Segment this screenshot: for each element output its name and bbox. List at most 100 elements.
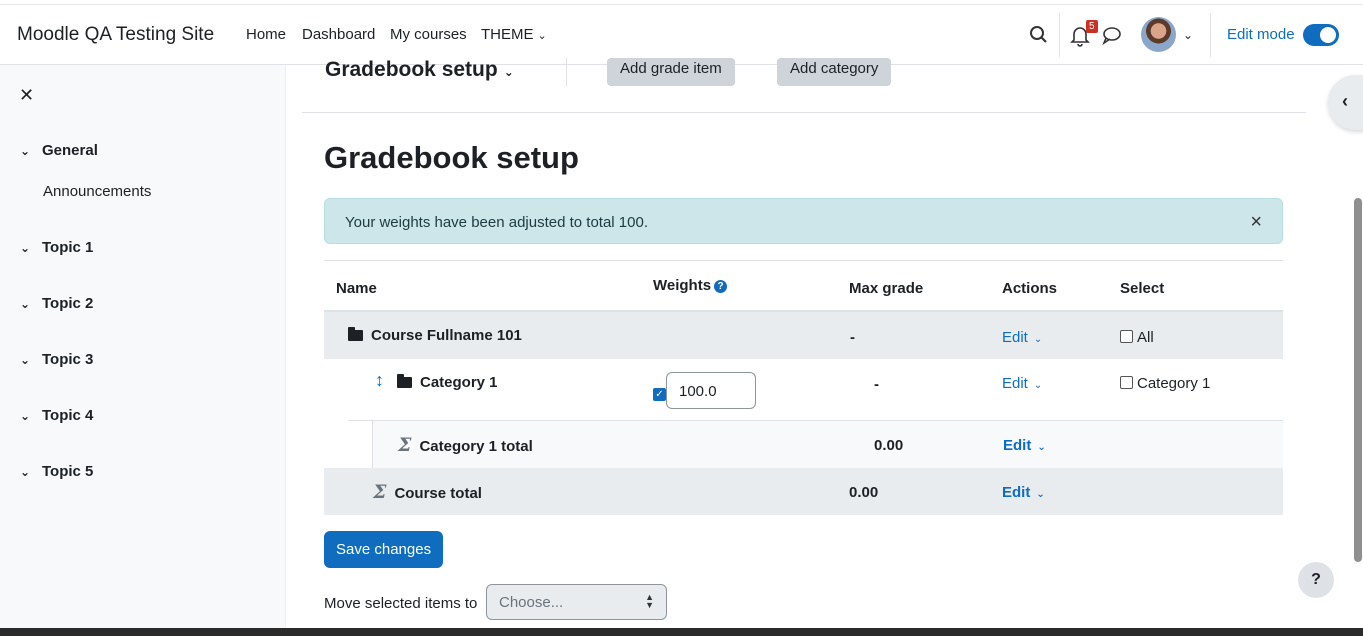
section-topic-2[interactable]: ⌄ Topic 2 — [20, 295, 93, 312]
open-block-drawer-button[interactable]: ‹ — [1328, 75, 1363, 130]
course-total-cell: Σ Course total — [373, 481, 482, 503]
alert-message: Your weights have been adjusted to total… — [345, 214, 649, 231]
weight-input[interactable]: 100.0 — [666, 372, 756, 409]
chevron-down-icon[interactable]: ⌄ — [1183, 28, 1193, 42]
section-general[interactable]: ⌄ General — [20, 142, 98, 159]
sticky-title-text: Gradebook setup — [325, 58, 498, 81]
close-icon[interactable]: ✕ — [19, 85, 34, 106]
section-label: Topic 4 — [42, 407, 94, 424]
table-row-category-total: Σ Category 1 total 0.00 Edit ⌄ — [372, 421, 1283, 468]
course-name-cell: Course Fullname 101 — [348, 327, 522, 344]
section-topic-4[interactable]: ⌄ Topic 4 — [20, 407, 93, 424]
chevron-down-icon: ⌄ — [503, 65, 514, 79]
checkbox[interactable] — [1120, 376, 1133, 389]
nav-my-courses-link[interactable]: My courses — [390, 26, 467, 43]
folder-icon — [348, 327, 363, 341]
section-label: Topic 3 — [42, 351, 94, 368]
select-arrows-icon: ▲ ▼ — [645, 592, 654, 610]
table-row-course-total: Σ Course total 0.00 Edit ⌄ — [324, 468, 1283, 515]
category-name-cell: Category 1 — [397, 374, 498, 391]
section-topic-1[interactable]: ⌄ Topic 1 — [20, 239, 93, 256]
section-label: General — [42, 142, 98, 159]
edit-label: Edit — [1002, 375, 1028, 392]
column-header-actions: Actions — [1002, 280, 1058, 297]
course-index-drawer: ✕ ⌄ General Announcements ⌄ Topic 1 ⌄ Topic… — [0, 65, 286, 636]
category-max-grade: - — [874, 376, 879, 393]
chevron-down-icon: ⌄ — [1033, 334, 1043, 345]
close-icon[interactable]: × — [1250, 211, 1262, 234]
weights-label: Weights — [653, 277, 712, 294]
search-icon[interactable] — [1028, 23, 1050, 47]
navbar-divider — [1210, 13, 1211, 57]
table-header: Name Weights? Max grade Actions Select — [324, 260, 1283, 312]
divider — [566, 58, 567, 86]
gradebook-nav-selector[interactable]: Gradebook setup ⌄ — [325, 58, 514, 82]
course-max-grade: - — [850, 329, 855, 346]
checkbox[interactable] — [1120, 330, 1133, 343]
nav-dashboard-link[interactable]: Dashboard — [302, 26, 375, 43]
top-navbar: Moodle QA Testing Site Home Dashboard My… — [0, 4, 1363, 65]
course-name: Course Fullname 101 — [371, 327, 522, 344]
sigma-icon: Σ — [398, 434, 412, 456]
section-topic-5[interactable]: ⌄ Topic 5 — [20, 463, 93, 480]
info-alert: Your weights have been adjusted to total… — [324, 198, 1283, 244]
select-all-label: All — [1137, 329, 1154, 346]
column-header-name: Name — [336, 280, 377, 297]
category-edit-menu[interactable]: Edit ⌄ — [1002, 375, 1042, 392]
column-header-max-grade: Max grade — [849, 280, 924, 297]
move-selected-label: Move selected items to — [324, 595, 478, 612]
chevron-down-icon: ⌄ — [20, 241, 31, 255]
help-icon[interactable]: ? — [714, 280, 728, 293]
category-name: Category 1 — [420, 374, 498, 391]
edit-label: Edit — [1002, 484, 1031, 501]
select-placeholder: Choose... — [499, 594, 564, 611]
add-grade-item-button[interactable]: Add grade item — [607, 58, 735, 86]
navbar-divider — [1059, 13, 1060, 57]
page-title: Gradebook setup — [324, 140, 579, 175]
course-total-edit-menu[interactable]: Edit ⌄ — [1002, 484, 1045, 501]
chevron-down-icon: ⌄ — [20, 297, 31, 311]
course-total-name: Course total — [394, 485, 482, 502]
section-label: Topic 1 — [42, 239, 94, 256]
tertiary-navigation: Gradebook setup ⌄ Add grade item Add cate… — [302, 58, 1306, 113]
select-category-label: Category 1 — [1137, 375, 1211, 392]
chevron-down-icon: ⌄ — [20, 353, 31, 367]
sigma-icon: Σ — [373, 481, 387, 503]
nav-theme-menu[interactable]: THEME ⌄ — [481, 26, 547, 43]
toggle-knob — [1320, 27, 1336, 43]
course-edit-menu[interactable]: Edit ⌄ — [1002, 329, 1042, 346]
category-total-name: Category 1 total — [419, 438, 533, 455]
category-total-max-grade: 0.00 — [874, 437, 904, 454]
notification-badge: 5 — [1086, 20, 1098, 33]
edit-mode-toggle[interactable] — [1303, 24, 1339, 46]
select-category-checkbox[interactable]: Category 1 — [1120, 375, 1210, 392]
chevron-down-icon: ⌄ — [1037, 442, 1046, 453]
save-changes-button[interactable]: Save changes — [324, 531, 444, 568]
table-row-course: Course Fullname 101 - Edit ⌄ All — [324, 312, 1283, 359]
select-all-checkbox[interactable]: All — [1120, 329, 1154, 346]
help-button[interactable]: ? — [1298, 562, 1334, 598]
scrollbar[interactable] — [1354, 198, 1362, 562]
user-avatar[interactable] — [1141, 17, 1176, 52]
chevron-down-icon: ⌄ — [1036, 489, 1045, 500]
section-label: Topic 2 — [42, 295, 94, 312]
site-brand[interactable]: Moodle QA Testing Site — [17, 24, 214, 46]
message-icon[interactable] — [1101, 23, 1123, 47]
folder-icon — [397, 374, 412, 388]
nav-home-link[interactable]: Home — [246, 26, 286, 43]
os-taskbar — [0, 628, 1363, 636]
section-topic-3[interactable]: ⌄ Topic 3 — [20, 351, 93, 368]
add-category-button[interactable]: Add category — [777, 58, 892, 86]
move-icon[interactable]: ↕ — [375, 370, 384, 391]
chevron-down-icon: ⌄ — [20, 144, 31, 158]
section-item-announcements[interactable]: Announcements — [43, 183, 151, 200]
edit-mode-label: Edit mode — [1227, 26, 1295, 43]
category-total-edit-menu[interactable]: Edit ⌄ — [1003, 437, 1046, 454]
edit-label: Edit — [1002, 329, 1028, 346]
checkbox-checked[interactable]: ✓ — [653, 388, 666, 401]
edit-label: Edit — [1003, 437, 1032, 454]
chevron-left-icon: ‹ — [1342, 91, 1348, 111]
course-total-max-grade: 0.00 — [849, 484, 879, 501]
chevron-down-icon: ⌄ — [537, 30, 547, 42]
move-target-select[interactable]: Choose... ▲ ▼ — [486, 584, 667, 620]
